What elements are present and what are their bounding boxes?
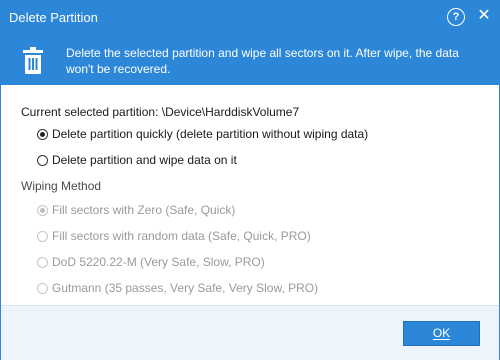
wiping-method-label: Wiping Method xyxy=(21,179,102,193)
wipe-gutmann-option[interactable]: Gutmann (35 passes, Very Safe, Very Slow… xyxy=(37,280,318,296)
delete-quick-option[interactable]: Delete partition quickly (delete partiti… xyxy=(37,126,368,142)
wipe-zero-option[interactable]: Fill sectors with Zero (Safe, Quick) xyxy=(37,202,235,218)
ok-button[interactable]: OK xyxy=(403,321,480,346)
delete-and-wipe-option[interactable]: Delete partition and wipe data on it xyxy=(37,152,237,168)
warning-banner: Delete the selected partition and wipe a… xyxy=(1,35,499,85)
close-button[interactable]: ✕ xyxy=(475,6,493,26)
help-button[interactable]: ? xyxy=(447,8,465,26)
wipe-zero-radio[interactable] xyxy=(37,204,48,216)
delete-and-wipe-label: Delete partition and wipe data on it xyxy=(52,153,237,167)
wipe-gutmann-radio[interactable] xyxy=(37,282,48,294)
current-partition: Current selected partition: \Device\Hard… xyxy=(21,105,299,119)
dialog-content: Current selected partition: \Device\Hard… xyxy=(1,85,499,305)
title-bar: Delete Partition ? ✕ xyxy=(1,1,499,35)
wipe-dod-option[interactable]: DoD 5220.22-M (Very Safe, Slow, PRO) xyxy=(37,254,265,270)
delete-and-wipe-radio[interactable] xyxy=(37,154,48,166)
trash-icon xyxy=(23,47,43,74)
dialog-footer: OK xyxy=(1,305,499,360)
delete-quick-label: Delete partition quickly (delete partiti… xyxy=(52,127,369,141)
wipe-dod-label: DoD 5220.22-M (Very Safe, Slow, PRO) xyxy=(52,255,265,269)
current-partition-value: \Device\HarddiskVolume7 xyxy=(161,105,300,119)
dialog-title: Delete Partition xyxy=(9,10,98,25)
delete-quick-radio[interactable] xyxy=(37,128,48,140)
wipe-gutmann-label: Gutmann (35 passes, Very Safe, Very Slow… xyxy=(52,281,319,295)
wipe-zero-label: Fill sectors with Zero (Safe, Quick) xyxy=(52,203,236,217)
delete-partition-dialog: Delete Partition ? ✕ Delete the selected… xyxy=(0,0,500,360)
current-partition-label: Current selected partition: xyxy=(21,105,159,119)
banner-message: Delete the selected partition and wipe a… xyxy=(66,46,459,76)
wipe-random-label: Fill sectors with random data (Safe, Qui… xyxy=(52,229,311,243)
wipe-random-option[interactable]: Fill sectors with random data (Safe, Qui… xyxy=(37,228,311,244)
wipe-dod-radio[interactable] xyxy=(37,256,48,268)
wipe-random-radio[interactable] xyxy=(37,230,48,242)
